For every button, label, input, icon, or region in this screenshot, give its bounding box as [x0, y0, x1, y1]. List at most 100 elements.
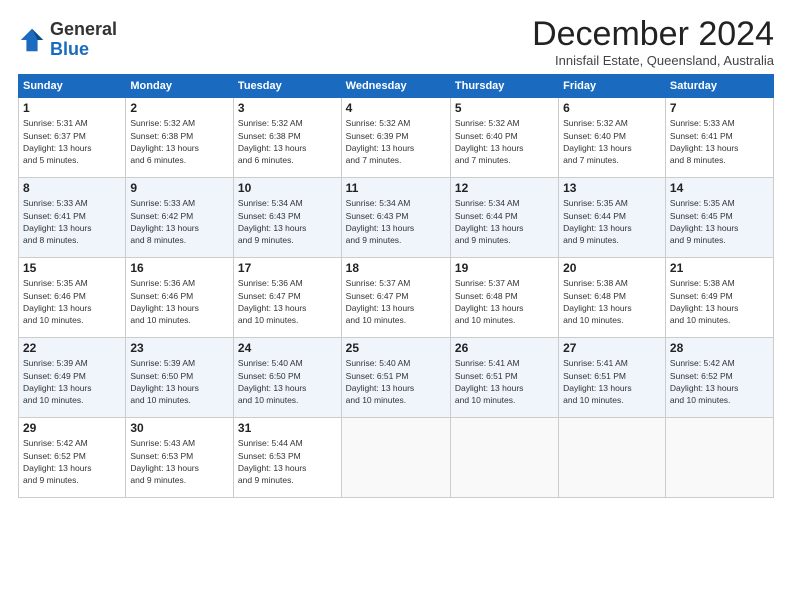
- day-number: 14: [670, 181, 769, 195]
- month-title: December 2024: [532, 16, 774, 53]
- day-number: 31: [238, 421, 337, 435]
- table-row: 11 Sunrise: 5:34 AMSunset: 6:43 PMDaylig…: [341, 178, 450, 258]
- day-number: 24: [238, 341, 337, 355]
- day-info: Sunrise: 5:38 AMSunset: 6:48 PMDaylight:…: [563, 278, 632, 325]
- day-number: 23: [130, 341, 229, 355]
- table-row: [341, 418, 450, 498]
- day-number: 10: [238, 181, 337, 195]
- day-number: 27: [563, 341, 661, 355]
- table-row: 28 Sunrise: 5:42 AMSunset: 6:52 PMDaylig…: [665, 338, 773, 418]
- day-number: 3: [238, 101, 337, 115]
- day-number: 22: [23, 341, 121, 355]
- day-number: 16: [130, 261, 229, 275]
- day-number: 12: [455, 181, 554, 195]
- title-block: December 2024 Innisfail Estate, Queensla…: [532, 16, 774, 68]
- table-row: 19 Sunrise: 5:37 AMSunset: 6:48 PMDaylig…: [450, 258, 558, 338]
- calendar-week-row: 22 Sunrise: 5:39 AMSunset: 6:49 PMDaylig…: [19, 338, 774, 418]
- table-row: 30 Sunrise: 5:43 AMSunset: 6:53 PMDaylig…: [126, 418, 234, 498]
- table-row: 14 Sunrise: 5:35 AMSunset: 6:45 PMDaylig…: [665, 178, 773, 258]
- table-row: 9 Sunrise: 5:33 AMSunset: 6:42 PMDayligh…: [126, 178, 234, 258]
- day-info: Sunrise: 5:32 AMSunset: 6:38 PMDaylight:…: [238, 118, 307, 165]
- day-number: 28: [670, 341, 769, 355]
- day-number: 1: [23, 101, 121, 115]
- day-info: Sunrise: 5:33 AMSunset: 6:42 PMDaylight:…: [130, 198, 199, 245]
- col-thursday: Thursday: [450, 75, 558, 98]
- day-info: Sunrise: 5:39 AMSunset: 6:50 PMDaylight:…: [130, 358, 199, 405]
- day-info: Sunrise: 5:35 AMSunset: 6:45 PMDaylight:…: [670, 198, 739, 245]
- table-row: 15 Sunrise: 5:35 AMSunset: 6:46 PMDaylig…: [19, 258, 126, 338]
- day-info: Sunrise: 5:32 AMSunset: 6:38 PMDaylight:…: [130, 118, 199, 165]
- table-row: 7 Sunrise: 5:33 AMSunset: 6:41 PMDayligh…: [665, 98, 773, 178]
- table-row: 10 Sunrise: 5:34 AMSunset: 6:43 PMDaylig…: [233, 178, 341, 258]
- table-row: [559, 418, 666, 498]
- col-saturday: Saturday: [665, 75, 773, 98]
- day-info: Sunrise: 5:40 AMSunset: 6:50 PMDaylight:…: [238, 358, 307, 405]
- table-row: 2 Sunrise: 5:32 AMSunset: 6:38 PMDayligh…: [126, 98, 234, 178]
- table-row: 24 Sunrise: 5:40 AMSunset: 6:50 PMDaylig…: [233, 338, 341, 418]
- day-number: 15: [23, 261, 121, 275]
- day-info: Sunrise: 5:35 AMSunset: 6:46 PMDaylight:…: [23, 278, 92, 325]
- day-info: Sunrise: 5:40 AMSunset: 6:51 PMDaylight:…: [346, 358, 415, 405]
- day-info: Sunrise: 5:41 AMSunset: 6:51 PMDaylight:…: [563, 358, 632, 405]
- calendar-week-row: 8 Sunrise: 5:33 AMSunset: 6:41 PMDayligh…: [19, 178, 774, 258]
- day-number: 17: [238, 261, 337, 275]
- day-number: 19: [455, 261, 554, 275]
- day-info: Sunrise: 5:36 AMSunset: 6:46 PMDaylight:…: [130, 278, 199, 325]
- day-info: Sunrise: 5:44 AMSunset: 6:53 PMDaylight:…: [238, 438, 307, 485]
- col-friday: Friday: [559, 75, 666, 98]
- table-row: 20 Sunrise: 5:38 AMSunset: 6:48 PMDaylig…: [559, 258, 666, 338]
- calendar-week-row: 29 Sunrise: 5:42 AMSunset: 6:52 PMDaylig…: [19, 418, 774, 498]
- table-row: 8 Sunrise: 5:33 AMSunset: 6:41 PMDayligh…: [19, 178, 126, 258]
- day-info: Sunrise: 5:34 AMSunset: 6:44 PMDaylight:…: [455, 198, 524, 245]
- table-row: 26 Sunrise: 5:41 AMSunset: 6:51 PMDaylig…: [450, 338, 558, 418]
- table-row: 21 Sunrise: 5:38 AMSunset: 6:49 PMDaylig…: [665, 258, 773, 338]
- page-header: General Blue December 2024 Innisfail Est…: [18, 16, 774, 68]
- table-row: 1 Sunrise: 5:31 AMSunset: 6:37 PMDayligh…: [19, 98, 126, 178]
- table-row: 16 Sunrise: 5:36 AMSunset: 6:46 PMDaylig…: [126, 258, 234, 338]
- logo-general-text: General: [50, 19, 117, 39]
- table-row: 29 Sunrise: 5:42 AMSunset: 6:52 PMDaylig…: [19, 418, 126, 498]
- table-row: 27 Sunrise: 5:41 AMSunset: 6:51 PMDaylig…: [559, 338, 666, 418]
- table-row: 5 Sunrise: 5:32 AMSunset: 6:40 PMDayligh…: [450, 98, 558, 178]
- table-row: 22 Sunrise: 5:39 AMSunset: 6:49 PMDaylig…: [19, 338, 126, 418]
- table-row: 4 Sunrise: 5:32 AMSunset: 6:39 PMDayligh…: [341, 98, 450, 178]
- weekday-header-row: Sunday Monday Tuesday Wednesday Thursday…: [19, 75, 774, 98]
- day-number: 8: [23, 181, 121, 195]
- day-number: 9: [130, 181, 229, 195]
- table-row: [450, 418, 558, 498]
- table-row: 18 Sunrise: 5:37 AMSunset: 6:47 PMDaylig…: [341, 258, 450, 338]
- day-info: Sunrise: 5:39 AMSunset: 6:49 PMDaylight:…: [23, 358, 92, 405]
- day-info: Sunrise: 5:37 AMSunset: 6:48 PMDaylight:…: [455, 278, 524, 325]
- table-row: 3 Sunrise: 5:32 AMSunset: 6:38 PMDayligh…: [233, 98, 341, 178]
- day-info: Sunrise: 5:38 AMSunset: 6:49 PMDaylight:…: [670, 278, 739, 325]
- day-number: 6: [563, 101, 661, 115]
- day-info: Sunrise: 5:37 AMSunset: 6:47 PMDaylight:…: [346, 278, 415, 325]
- day-info: Sunrise: 5:32 AMSunset: 6:39 PMDaylight:…: [346, 118, 415, 165]
- day-number: 18: [346, 261, 446, 275]
- logo-blue-text: Blue: [50, 39, 89, 59]
- day-info: Sunrise: 5:34 AMSunset: 6:43 PMDaylight:…: [346, 198, 415, 245]
- day-number: 26: [455, 341, 554, 355]
- day-info: Sunrise: 5:33 AMSunset: 6:41 PMDaylight:…: [23, 198, 92, 245]
- day-info: Sunrise: 5:36 AMSunset: 6:47 PMDaylight:…: [238, 278, 307, 325]
- day-number: 13: [563, 181, 661, 195]
- day-info: Sunrise: 5:31 AMSunset: 6:37 PMDaylight:…: [23, 118, 92, 165]
- day-number: 30: [130, 421, 229, 435]
- logo: General Blue: [18, 20, 117, 60]
- col-sunday: Sunday: [19, 75, 126, 98]
- table-row: 23 Sunrise: 5:39 AMSunset: 6:50 PMDaylig…: [126, 338, 234, 418]
- day-info: Sunrise: 5:34 AMSunset: 6:43 PMDaylight:…: [238, 198, 307, 245]
- table-row: [665, 418, 773, 498]
- day-info: Sunrise: 5:41 AMSunset: 6:51 PMDaylight:…: [455, 358, 524, 405]
- table-row: 13 Sunrise: 5:35 AMSunset: 6:44 PMDaylig…: [559, 178, 666, 258]
- calendar-week-row: 1 Sunrise: 5:31 AMSunset: 6:37 PMDayligh…: [19, 98, 774, 178]
- location-subtitle: Innisfail Estate, Queensland, Australia: [532, 53, 774, 68]
- day-info: Sunrise: 5:32 AMSunset: 6:40 PMDaylight:…: [455, 118, 524, 165]
- day-number: 25: [346, 341, 446, 355]
- day-number: 5: [455, 101, 554, 115]
- col-tuesday: Tuesday: [233, 75, 341, 98]
- table-row: 12 Sunrise: 5:34 AMSunset: 6:44 PMDaylig…: [450, 178, 558, 258]
- logo-icon: [18, 26, 46, 54]
- table-row: 31 Sunrise: 5:44 AMSunset: 6:53 PMDaylig…: [233, 418, 341, 498]
- day-number: 7: [670, 101, 769, 115]
